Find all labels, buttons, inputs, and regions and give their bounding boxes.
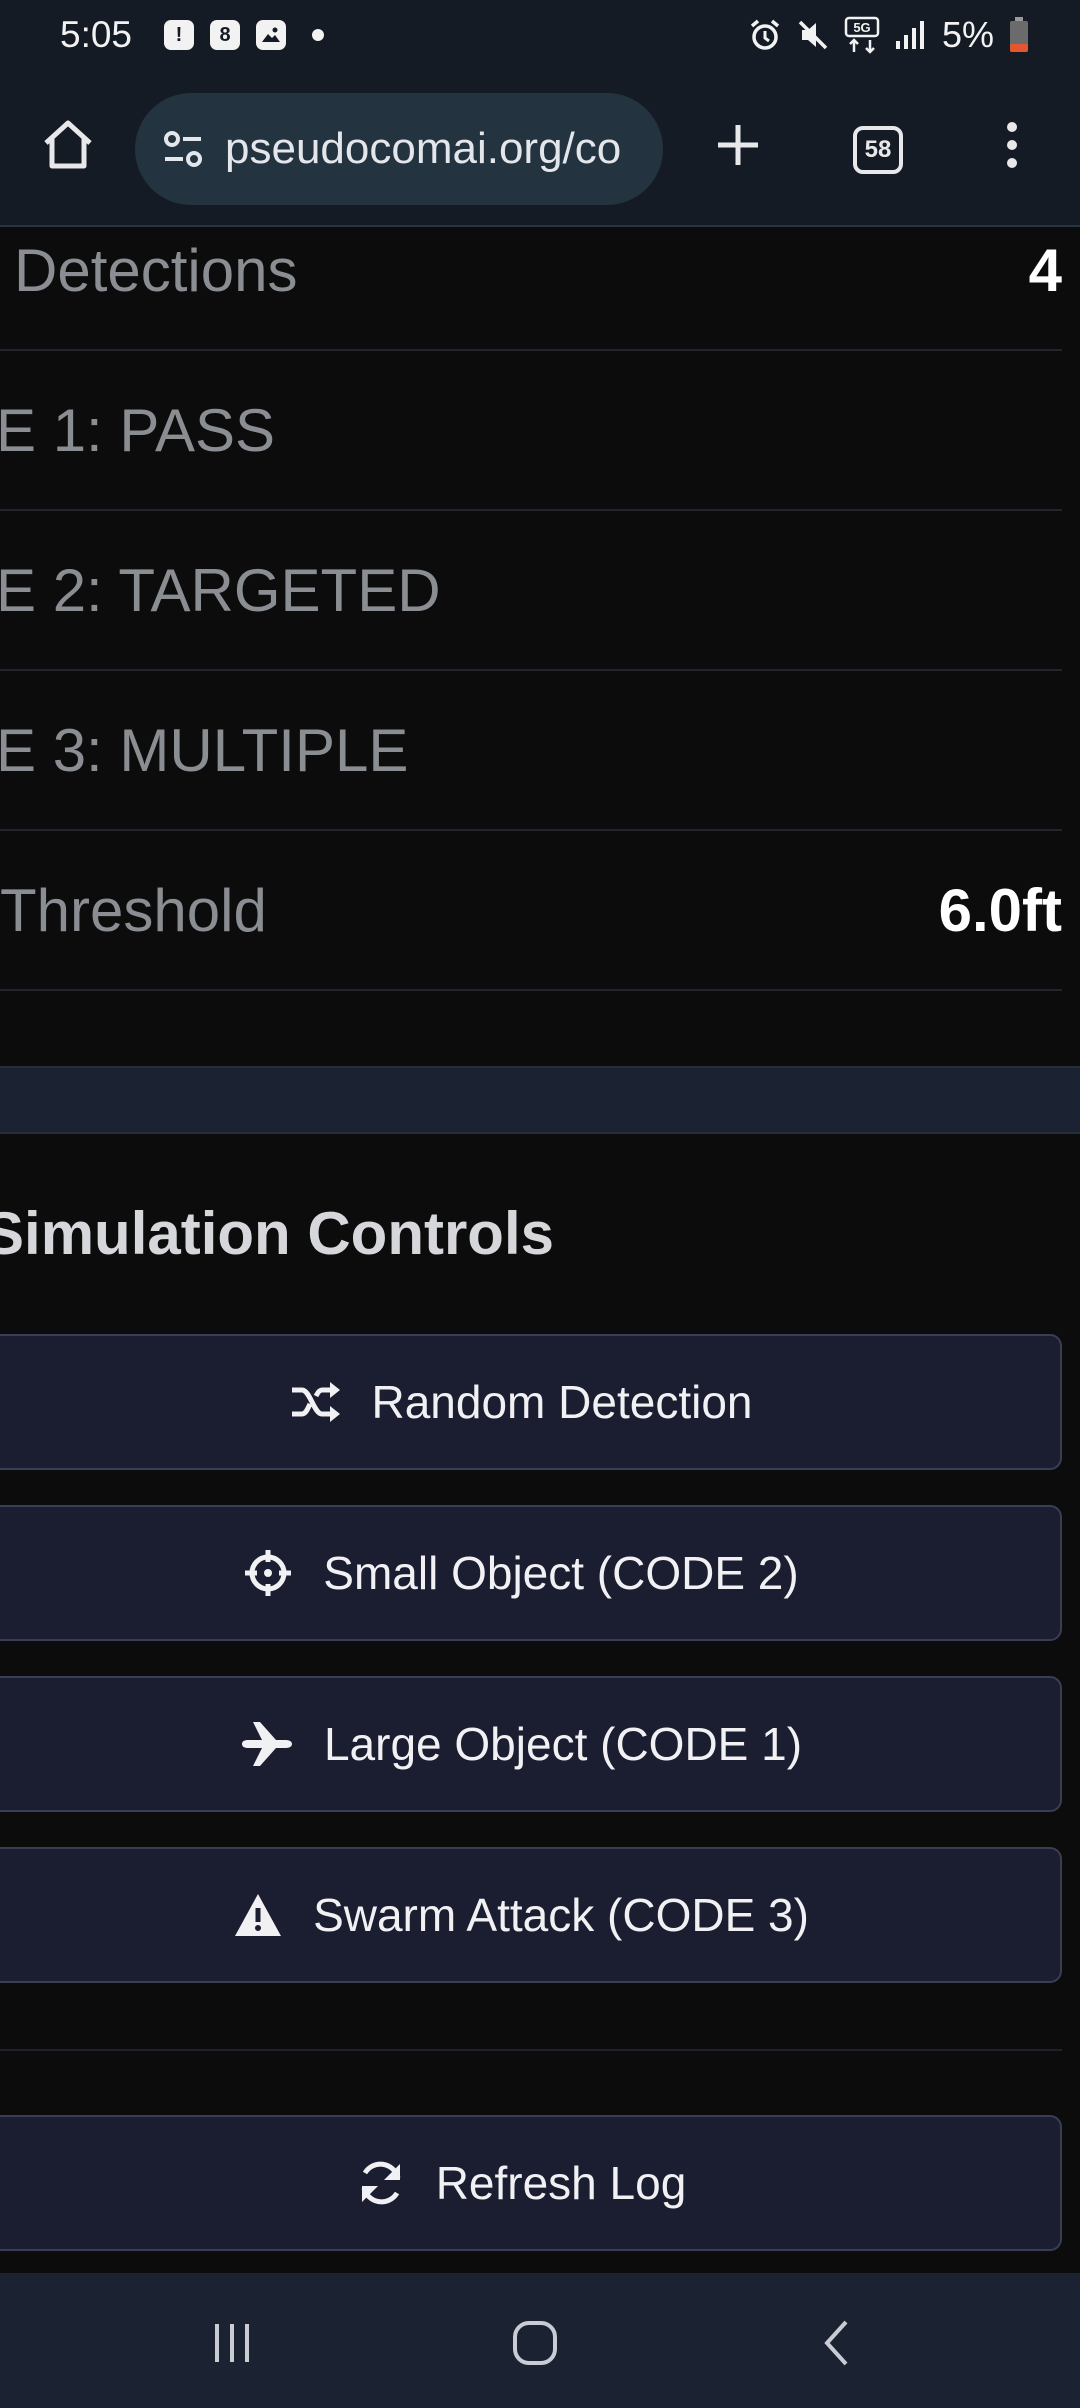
system-nav-bar — [0, 2273, 1080, 2408]
calendar-icon: 8 — [210, 20, 241, 50]
home-nav-button[interactable] — [495, 2313, 575, 2373]
random-detection-button[interactable]: Random Detection — [0, 1334, 1062, 1470]
status-bar: 5:05 ! 8 5G 5% — [0, 0, 1080, 70]
crosshairs-icon — [245, 1550, 292, 1596]
screen: 5:05 ! 8 5G 5% pseudocomai.org/co 58 l D… — [0, 0, 1080, 2408]
refresh-icon — [361, 2161, 401, 2205]
stat-label: E 2: TARGETED — [0, 556, 441, 624]
home-icon — [44, 120, 92, 169]
back-chevron-icon — [824, 2320, 848, 2366]
button-label: Large Object (CODE 1) — [323, 1718, 803, 1770]
button-label: Small Object (CODE 2) — [323, 1547, 799, 1599]
section-separator — [0, 1066, 1080, 1134]
button-label: Refresh Log — [435, 2157, 687, 2209]
network-5g-label: 5G — [853, 20, 870, 35]
section-title: Simulation Controls — [0, 1200, 554, 1267]
warning-icon — [235, 1894, 282, 1936]
new-tab-button[interactable] — [710, 115, 766, 175]
stat-row-code-2: E 2: TARGETED — [0, 511, 1062, 671]
status-time: 5:05 — [60, 14, 133, 55]
plane-icon — [241, 1722, 292, 1766]
stat-value: 4 — [1028, 236, 1062, 304]
alert-icon: ! — [164, 20, 195, 50]
back-button[interactable] — [798, 2313, 878, 2373]
large-object-button[interactable]: Large Object (CODE 1) — [0, 1676, 1062, 1812]
mute-icon — [796, 18, 830, 52]
battery-icon — [1008, 16, 1030, 54]
site-settings-icon[interactable] — [159, 125, 207, 173]
refresh-log-button[interactable]: Refresh Log — [0, 2115, 1062, 2251]
gallery-icon — [256, 20, 287, 50]
stat-row-code-3: E 3: MULTIPLE — [0, 671, 1062, 831]
small-object-button[interactable]: Small Object (CODE 2) — [0, 1505, 1062, 1641]
signal-icon — [894, 19, 928, 51]
button-label: Swarm Attack (CODE 3) — [313, 1889, 809, 1941]
status-right: 5G 5% — [748, 14, 1030, 56]
network-5g-icon: 5G — [844, 16, 880, 54]
swarm-attack-button[interactable]: Swarm Attack (CODE 3) — [0, 1847, 1062, 1983]
page-content: l Detections 4 E 1: PASS E 2: TARGETED E… — [0, 229, 1080, 2273]
battery-percent: 5% — [941, 14, 994, 55]
address-bar[interactable]: pseudocomai.org/co — [135, 93, 663, 205]
divider — [0, 2049, 1062, 2051]
browser-toolbar: pseudocomai.org/co 58 — [0, 70, 1080, 227]
browser-menu-button[interactable] — [1000, 115, 1024, 175]
status-left: 5:05 ! 8 — [60, 14, 325, 56]
home-circle-icon — [513, 2321, 557, 2365]
stat-row-detections: l Detections 4 — [0, 229, 1062, 351]
more-notifications-dot — [312, 29, 325, 41]
stat-label: E 3: MULTIPLE — [0, 716, 409, 784]
alarm-icon — [748, 18, 782, 52]
stat-row-threshold: Threshold 6.0ft — [0, 831, 1062, 991]
stat-row-code-1: E 1: PASS — [0, 351, 1062, 511]
stat-label: E 1: PASS — [0, 396, 276, 464]
stat-label: l Detections — [0, 236, 298, 304]
recent-apps-button[interactable] — [192, 2313, 272, 2373]
plus-icon — [718, 125, 758, 165]
stat-label: Threshold — [0, 876, 267, 944]
stat-value: 6.0ft — [938, 876, 1062, 944]
tab-switcher-button[interactable]: 58 — [853, 126, 903, 174]
recent-apps-icon — [215, 2324, 249, 2362]
shuffle-icon — [291, 1382, 340, 1422]
more-vert-icon — [1007, 122, 1017, 168]
url-text: pseudocomai.org/co — [225, 124, 622, 173]
home-button[interactable] — [38, 115, 98, 175]
button-label: Random Detection — [371, 1376, 753, 1428]
